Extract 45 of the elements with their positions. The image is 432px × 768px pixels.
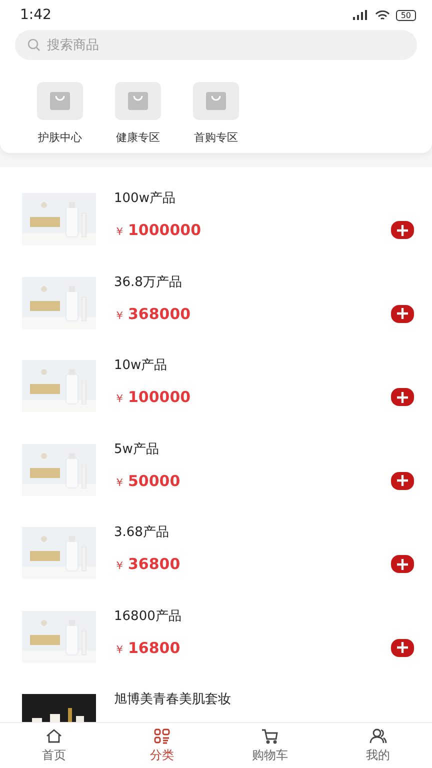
product-price: ￥ 16800: [114, 638, 180, 656]
battery-indicator: 50: [396, 10, 416, 20]
add-to-cart-button[interactable]: [391, 304, 414, 322]
product-price: ￥ 36800: [114, 555, 180, 573]
tab-item[interactable]: 分类: [108, 723, 216, 768]
grid-icon: [153, 728, 171, 744]
plus-icon: [397, 558, 408, 570]
wifi-icon: [374, 10, 390, 20]
tab-item[interactable]: 购物车: [216, 723, 324, 768]
add-to-cart-button[interactable]: [391, 388, 414, 406]
product-name: 100w产品: [114, 190, 176, 207]
product-name: 旭博美青春美肌套妆: [114, 691, 232, 708]
status-time: 1:42: [20, 7, 52, 23]
add-to-cart-button[interactable]: [391, 221, 414, 239]
product-name: 5w产品: [114, 440, 160, 458]
product-price: ￥ 368000: [114, 304, 191, 322]
product-price: ￥ 100000: [114, 388, 191, 406]
home-icon: [45, 728, 63, 744]
category-item[interactable]: 健康专区: [114, 82, 162, 145]
user-icon: [369, 728, 387, 744]
add-to-cart-button[interactable]: [391, 472, 414, 490]
signal-icon: [352, 10, 369, 20]
product-name: 16800产品: [114, 608, 182, 624]
product-price: ￥ 1000000: [114, 221, 202, 239]
add-to-cart-button[interactable]: [391, 555, 414, 573]
product-name: 3.68产品: [114, 524, 170, 541]
search-icon: [27, 38, 41, 52]
category-item[interactable]: 首购专区: [192, 82, 240, 145]
shopping-bag-icon: [37, 82, 83, 120]
shopping-bag-icon: [115, 82, 161, 120]
tab-item[interactable]: 我的: [324, 723, 432, 768]
product-name: 36.8万产品: [114, 274, 183, 290]
search-field[interactable]: 搜索商品: [15, 30, 417, 60]
category-item[interactable]: 护肤中心: [36, 82, 84, 145]
shopping-bag-icon: [193, 82, 239, 120]
plus-icon: [397, 475, 408, 486]
plus-icon: [397, 642, 408, 653]
add-to-cart-button[interactable]: [391, 638, 414, 656]
plus-icon: [397, 392, 408, 402]
product-price: ￥ 50000: [114, 472, 180, 490]
product-name: 10w产品: [114, 357, 168, 374]
plus-icon: [397, 224, 408, 236]
tab-item[interactable]: 首页: [0, 723, 108, 768]
plus-icon: [397, 308, 408, 319]
cart-icon: [261, 728, 279, 744]
